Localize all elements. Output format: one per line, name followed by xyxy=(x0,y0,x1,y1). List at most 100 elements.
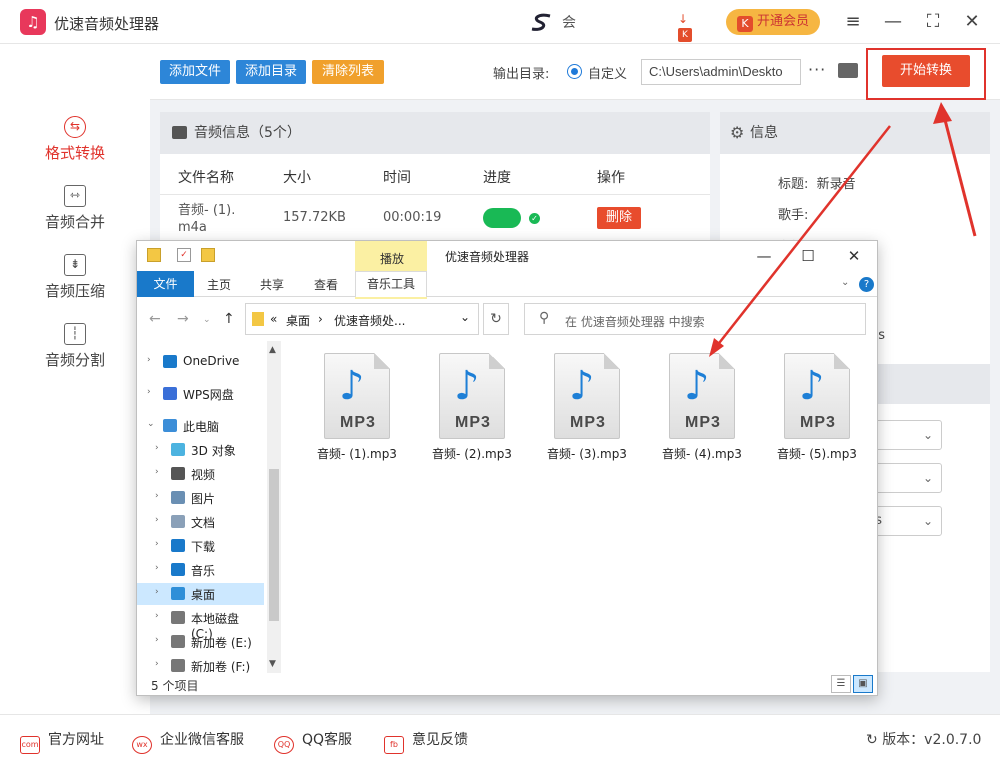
explorer-close-icon[interactable]: ✕ xyxy=(839,245,869,267)
explorer-minimize-icon[interactable]: — xyxy=(749,245,779,267)
details-view-icon[interactable]: ☰ xyxy=(831,675,851,693)
mp3-file-icon: ♪ MP3 xyxy=(324,353,390,439)
mp3-file-icon: ♪ MP3 xyxy=(784,353,850,439)
nav-item[interactable]: › 新加卷 (F:) xyxy=(137,655,264,677)
nav-item[interactable]: › 图片 xyxy=(137,487,264,509)
format-select[interactable]: ⌄ xyxy=(870,420,942,450)
chevron-right-icon[interactable]: › xyxy=(155,611,159,621)
properties-icon[interactable]: ✓ xyxy=(177,248,191,262)
large-icons-view-icon[interactable]: ▣ xyxy=(853,675,873,693)
nav-item[interactable]: › 新加卷 (E:) xyxy=(137,631,264,653)
mp3-badge: MP3 xyxy=(570,414,606,431)
more-icon[interactable]: ··· xyxy=(808,60,826,79)
vip-button[interactable]: K 开通会员 xyxy=(726,9,820,35)
breadcrumb-current[interactable]: 优速音频处... xyxy=(334,312,405,329)
chevron-right-icon[interactable]: › xyxy=(155,635,159,645)
sidebar-item-format-convert[interactable]: ⇆ 格式转换 xyxy=(0,116,150,163)
chevron-right-icon[interactable]: › xyxy=(155,467,159,477)
sidebar-item-label: 音频压缩 xyxy=(44,282,105,300)
tab-home[interactable]: 主页 xyxy=(207,276,231,293)
back-icon[interactable]: ← xyxy=(149,311,161,327)
nav-item[interactable]: › 下载 xyxy=(137,535,264,557)
nav-item[interactable]: › 本地磁盘 (C:) xyxy=(137,607,264,641)
address-overflow[interactable]: « xyxy=(270,312,277,326)
menu-icon[interactable]: ≡ xyxy=(840,9,866,35)
chevron-right-icon[interactable]: › xyxy=(155,539,159,549)
file-item[interactable]: ♪ MP3 音频- (3).mp3 xyxy=(537,353,637,465)
chevron-right-icon[interactable]: › xyxy=(147,387,151,397)
close-icon[interactable]: ✕ xyxy=(959,9,985,35)
new-folder-icon[interactable] xyxy=(201,248,215,262)
bitrate-select[interactable]: ps⌄ xyxy=(867,506,942,536)
sidebar-item-audio-merge[interactable]: ⇿ 音频合并 xyxy=(0,185,150,232)
sidebar-item-audio-compress[interactable]: ⇟ 音频压缩 xyxy=(0,254,150,301)
nav-item[interactable]: › 视频 xyxy=(137,463,264,485)
file-item[interactable]: ♪ MP3 音频- (1).mp3 xyxy=(307,353,407,465)
add-file-button[interactable]: 添加文件 xyxy=(160,60,230,84)
scroll-up-icon[interactable]: ▲ xyxy=(269,345,276,355)
footer-link-website[interactable]: com 官方网址 xyxy=(20,729,104,754)
nav-item[interactable]: › 音乐 xyxy=(137,559,264,581)
chevron-right-icon[interactable]: › xyxy=(155,491,159,501)
nav-item-icon xyxy=(171,587,185,600)
footer-link-qq[interactable]: QQ QQ客服 xyxy=(274,729,352,754)
file-item[interactable]: ♪ MP3 音频- (2).mp3 xyxy=(422,353,522,465)
nav-item[interactable]: › WPS网盘 xyxy=(137,383,264,405)
convert-icon: ⇆ xyxy=(64,116,86,138)
sidebar-item-audio-split[interactable]: ┆ 音频分割 xyxy=(0,323,150,370)
up-icon[interactable]: ↑ xyxy=(223,311,235,327)
nav-item[interactable]: › 3D 对象 xyxy=(137,439,264,461)
nav-item[interactable]: › 桌面 xyxy=(137,583,264,605)
expanded-chevron-icon[interactable]: ⌄ xyxy=(147,419,155,429)
tab-share[interactable]: 共享 xyxy=(260,276,284,293)
explorer-search-input[interactable]: ⚲ 在 优速音频处理器 中搜索 xyxy=(524,303,866,335)
scrollbar-thumb[interactable] xyxy=(269,469,279,621)
file-item[interactable]: ♪ MP3 音频- (4).mp3 xyxy=(652,353,752,465)
info-title-label: 标题: xyxy=(778,177,809,192)
address-dropdown-icon[interactable]: ⌄ xyxy=(460,310,470,324)
recent-icon[interactable]: ⌄ xyxy=(203,315,211,325)
chevron-right-icon[interactable]: › xyxy=(155,587,159,597)
tab-file[interactable]: 文件 xyxy=(137,271,194,297)
explorer-maximize-icon[interactable]: ☐ xyxy=(793,245,823,267)
start-convert-button[interactable]: 开始转换 xyxy=(882,55,970,87)
breadcrumb-desktop[interactable]: 桌面 xyxy=(286,312,310,329)
forward-icon[interactable]: → xyxy=(177,311,189,327)
custom-radio[interactable] xyxy=(567,64,582,79)
address-bar[interactable]: « 桌面 › 优速音频处... ⌄ xyxy=(245,303,479,335)
footer-link-wecom[interactable]: wx 企业微信客服 xyxy=(132,729,244,754)
nav-scrollbar[interactable]: ▲ ▼ xyxy=(267,341,281,673)
row-file-name: 音频- (1). xyxy=(178,203,236,218)
tab-music-tools[interactable]: 音乐工具 xyxy=(355,271,427,297)
chevron-right-icon[interactable]: › xyxy=(155,659,159,669)
channel-select[interactable]: ⌄ xyxy=(870,463,942,493)
kuaizip-icon[interactable]: ↓K xyxy=(678,12,702,42)
chevron-right-icon[interactable]: › xyxy=(155,443,159,453)
nav-item[interactable]: › OneDrive xyxy=(137,351,264,373)
scroll-down-icon[interactable]: ▼ xyxy=(269,659,276,669)
open-folder-icon[interactable] xyxy=(838,63,858,78)
tab-view[interactable]: 查看 xyxy=(314,276,338,293)
help-icon[interactable]: ? xyxy=(859,277,874,292)
nav-item-label: 3D 对象 xyxy=(191,444,236,458)
output-path-field[interactable]: C:\Users\admin\Deskto xyxy=(641,59,801,85)
maximize-icon[interactable]: ⛶ xyxy=(920,9,946,35)
music-note-icon: ♪ xyxy=(684,363,710,409)
file-item[interactable]: ♪ MP3 音频- (5).mp3 xyxy=(767,353,867,465)
clear-list-button[interactable]: 清除列表 xyxy=(312,60,384,84)
minimize-icon[interactable]: — xyxy=(880,9,906,35)
output-dir-label: 输出目录: xyxy=(493,67,550,82)
chevron-right-icon[interactable]: › xyxy=(155,515,159,525)
add-directory-button[interactable]: 添加目录 xyxy=(236,60,306,84)
chevron-right-icon[interactable]: › xyxy=(155,563,159,573)
toolbar: 添加文件 添加目录 清除列表 输出目录: 自定义 C:\Users\admin\… xyxy=(150,44,1000,100)
refresh-icon[interactable]: ↻ xyxy=(483,303,509,335)
footer-link-feedback[interactable]: fb 意见反馈 xyxy=(384,729,468,754)
nav-item-icon xyxy=(171,515,185,528)
brand-s-icon xyxy=(531,13,551,31)
nav-item[interactable]: › 文档 xyxy=(137,511,264,533)
nav-item[interactable]: ⌄ 此电脑 xyxy=(137,415,264,437)
delete-button[interactable]: 删除 xyxy=(597,207,641,229)
chevron-right-icon[interactable]: › xyxy=(147,355,151,365)
collapse-ribbon-icon[interactable]: ⌄ xyxy=(841,277,849,288)
